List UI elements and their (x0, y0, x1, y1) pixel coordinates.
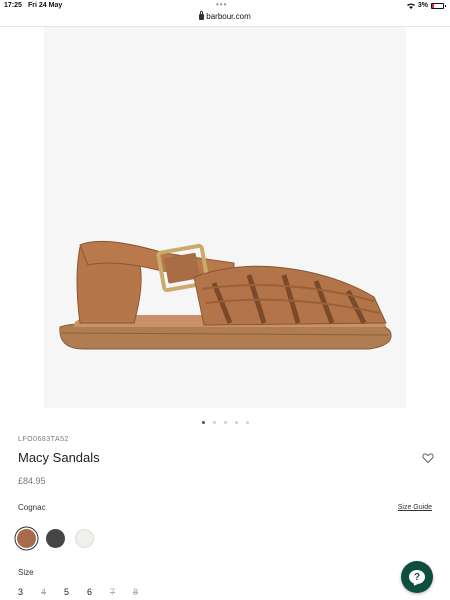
status-time: 17:25 (4, 2, 22, 9)
wishlist-heart-icon[interactable] (422, 451, 434, 464)
carousel-dot[interactable] (201, 421, 205, 424)
size-option[interactable]: 5 (64, 587, 87, 597)
address-bar[interactable]: barbour.com (0, 11, 450, 26)
image-carousel-dots[interactable] (0, 421, 450, 424)
carousel-dot[interactable] (245, 421, 249, 424)
product-image[interactable] (44, 27, 406, 408)
size-option[interactable]: 8 (133, 587, 156, 597)
colour-swatch-charcoal[interactable] (46, 529, 65, 548)
size-label: Size (18, 568, 34, 577)
selected-colour-name: Cognac (18, 503, 46, 512)
battery-level (432, 3, 434, 8)
carousel-dot[interactable] (234, 421, 238, 424)
product-title: Macy Sandals (18, 450, 100, 465)
colour-swatch-off-white[interactable] (75, 529, 94, 548)
colour-swatch-cognac[interactable] (17, 529, 36, 548)
wifi-icon (406, 3, 415, 9)
multitasking-dots-icon[interactable]: ••• (216, 0, 227, 9)
chat-help-button[interactable]: ? (401, 561, 433, 593)
size-guide-link[interactable]: Size Guide (398, 504, 432, 511)
size-option[interactable]: 7 (110, 587, 133, 597)
product-sku: LFO0683TA52 (18, 436, 69, 443)
url-text: barbour.com (206, 12, 251, 21)
battery-percent: 3% (417, 2, 428, 9)
carousel-dot[interactable] (212, 421, 216, 424)
colour-swatches (17, 529, 94, 548)
status-battery: 3% (406, 2, 446, 9)
product-price: £84.95 (18, 476, 46, 486)
carousel-dot[interactable] (223, 421, 227, 424)
lock-icon (199, 11, 205, 20)
battery-icon (431, 2, 446, 9)
sandal-illustration (59, 240, 392, 350)
size-option[interactable]: 6 (87, 587, 110, 597)
chat-help-icon: ? (409, 570, 425, 584)
size-option[interactable]: 4 (41, 587, 64, 597)
status-bar: 17:25 Fri 24 May ••• 3% (0, 0, 450, 12)
size-option[interactable]: 3 (18, 587, 41, 597)
size-options: 3 4 5 6 7 8 (18, 587, 156, 597)
status-date: Fri 24 May (28, 2, 63, 9)
